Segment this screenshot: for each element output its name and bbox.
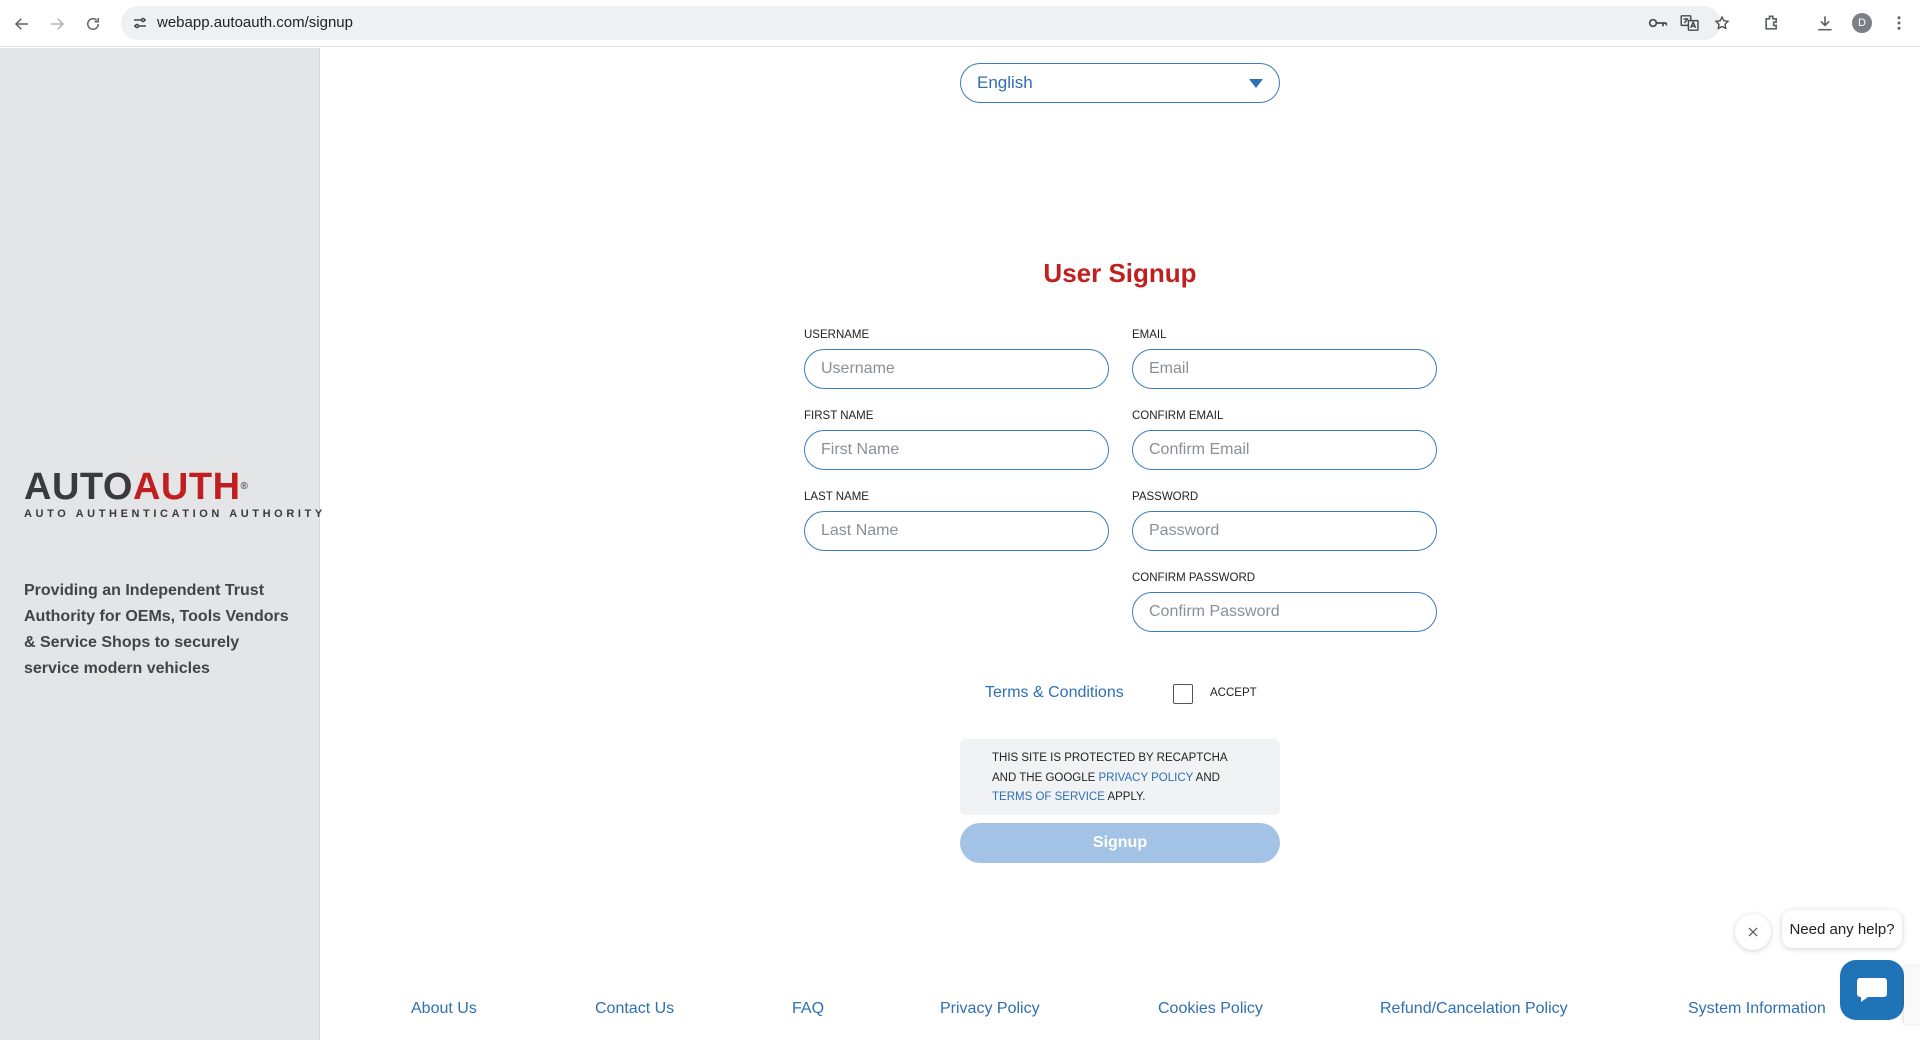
chat-launcher-button[interactable] (1840, 960, 1904, 1020)
sidebar-tagline: Providing an Independent Trust Authority… (24, 582, 289, 677)
forward-icon[interactable] (44, 11, 70, 37)
chat-icon (1857, 978, 1887, 1002)
avatar-letter: D (1858, 17, 1866, 29)
logo-subtitle: AUTO AUTHENTICATION AUTHORITY (24, 508, 326, 520)
downloads-icon[interactable] (1814, 12, 1836, 34)
password-group: PASSWORD (1132, 491, 1437, 551)
site-info-icon[interactable] (131, 14, 149, 32)
confirm-email-label: CONFIRM EMAIL (1132, 410, 1224, 422)
help-bubble[interactable]: Need any help? (1782, 910, 1902, 948)
translate-icon[interactable] (1680, 15, 1700, 31)
footer-link-contact[interactable]: Contact Us (595, 1000, 674, 1018)
email-group: EMAIL (1132, 329, 1437, 389)
last-name-input[interactable] (804, 511, 1109, 551)
autoauth-logo: AUTOAUTH® AUTO AUTHENTICATION AUTHORITY (24, 468, 326, 520)
first-name-label: FIRST NAME (804, 410, 874, 422)
recaptcha-text-and: and (1193, 771, 1220, 784)
footer-link-cookies[interactable]: Cookies Policy (1158, 1000, 1263, 1018)
logo-auto: AUTO (24, 466, 133, 508)
logo-registered-mark: ® (240, 481, 249, 492)
profile-avatar[interactable]: D (1852, 13, 1872, 33)
close-icon (1748, 927, 1758, 937)
extensions-icon[interactable] (1761, 12, 1783, 34)
password-input[interactable] (1132, 511, 1437, 551)
footer-link-privacy[interactable]: Privacy Policy (940, 1000, 1040, 1018)
footer-link-refund[interactable]: Refund/Cancelation Policy (1380, 1000, 1568, 1018)
help-close-button[interactable] (1735, 914, 1771, 950)
first-name-group: FIRST NAME (804, 410, 1109, 470)
more-menu-icon[interactable] (1888, 12, 1910, 34)
logo-wordmark: AUTOAUTH® (24, 468, 296, 506)
username-group: USERNAME (804, 329, 1109, 389)
accept-label: ACCEPT (1210, 687, 1257, 699)
last-name-group: LAST NAME (804, 491, 1109, 551)
key-icon[interactable] (1648, 15, 1668, 31)
language-selected: English (977, 73, 1033, 92)
username-label: USERNAME (804, 329, 870, 341)
email-input[interactable] (1132, 349, 1437, 389)
confirm-email-input[interactable] (1132, 430, 1437, 470)
signup-button[interactable]: Signup (960, 823, 1280, 863)
recaptcha-terms-link[interactable]: Terms of Service (992, 791, 1105, 803)
address-bar[interactable]: webapp.autoauth.com/signup (121, 6, 1730, 40)
username-input[interactable] (804, 349, 1109, 389)
confirm-password-label: CONFIRM PASSWORD (1132, 572, 1256, 584)
terms-row: Terms & Conditions ACCEPT (985, 681, 1257, 707)
recaptcha-badge[interactable] (1904, 966, 1920, 1024)
email-label: EMAIL (1132, 329, 1167, 341)
help-bubble-text: Need any help? (1789, 920, 1895, 938)
recaptcha-privacy-link[interactable]: Privacy Policy (1099, 772, 1194, 784)
url-text[interactable]: webapp.autoauth.com/signup (157, 14, 353, 31)
back-icon[interactable] (9, 11, 35, 37)
first-name-input[interactable] (804, 430, 1109, 470)
footer-link-system-info[interactable]: System Information (1688, 1000, 1826, 1018)
page-title: User Signup (1043, 258, 1197, 288)
bookmark-star-icon[interactable] (1712, 15, 1732, 31)
terms-conditions-link[interactable]: Terms & Conditions (985, 684, 1124, 702)
browser-toolbar: webapp.autoauth.com/signup D (0, 0, 1920, 47)
confirm-password-group: CONFIRM PASSWORD (1132, 572, 1437, 632)
confirm-password-input[interactable] (1132, 592, 1437, 632)
recaptcha-notice: This site is protected by reCAPTCHA and … (960, 739, 1280, 815)
footer-link-about[interactable]: About Us (411, 1000, 477, 1018)
footer-link-faq[interactable]: FAQ (792, 1000, 824, 1018)
footer-nav: About Us Contact Us FAQ Privacy Policy C… (321, 1000, 1920, 1024)
language-select[interactable]: English (960, 63, 1280, 103)
sidebar: AUTOAUTH® AUTO AUTHENTICATION AUTHORITY … (0, 48, 326, 1040)
reload-icon[interactable] (80, 11, 106, 37)
recaptcha-text-2: apply. (1104, 791, 1146, 803)
accept-checkbox[interactable] (1173, 684, 1193, 704)
last-name-label: LAST NAME (804, 491, 869, 503)
caret-down-icon (1249, 79, 1263, 88)
logo-auth: AUTH (132, 466, 241, 508)
password-label: PASSWORD (1132, 491, 1199, 503)
confirm-email-group: CONFIRM EMAIL (1132, 410, 1437, 470)
